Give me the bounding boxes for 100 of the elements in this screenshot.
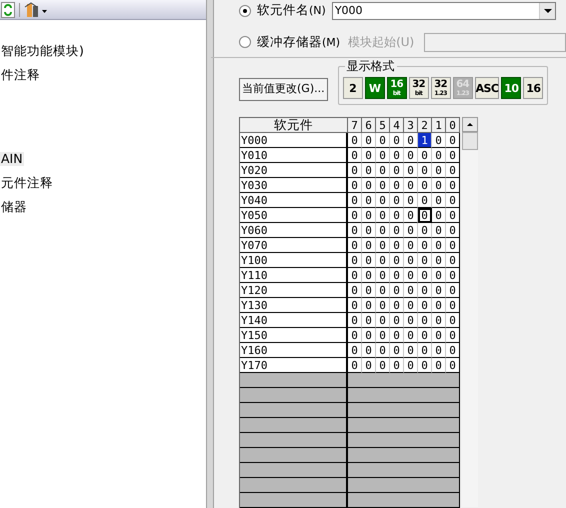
bit-cell[interactable]: 0: [390, 178, 404, 193]
device-name-combobox[interactable]: Y000: [332, 2, 556, 20]
bit-cell[interactable]: 0: [376, 133, 390, 148]
bit-cell[interactable]: 0: [390, 298, 404, 313]
bit-cell[interactable]: 0: [348, 298, 362, 313]
bit-cell[interactable]: 0: [446, 268, 460, 283]
tree-item[interactable]: 储器: [0, 200, 28, 214]
bit-cell[interactable]: 0: [446, 133, 460, 148]
bit-cell[interactable]: 0: [348, 343, 362, 358]
bit-cell[interactable]: 0: [432, 148, 446, 163]
bit-cell[interactable]: 0: [390, 283, 404, 298]
bit-cell[interactable]: 0: [446, 208, 460, 223]
bit-cell[interactable]: 0: [418, 343, 432, 358]
bit-cell[interactable]: 0: [376, 223, 390, 238]
bit-cell[interactable]: 0: [376, 193, 390, 208]
scrollbar-thumb[interactable]: [462, 132, 478, 150]
bit-cell[interactable]: 0: [362, 238, 376, 253]
bit-cell[interactable]: 0: [432, 253, 446, 268]
bit-cell[interactable]: 0: [348, 328, 362, 343]
bit-cell[interactable]: 0: [376, 328, 390, 343]
bit-cell[interactable]: 0: [446, 178, 460, 193]
bit-cell[interactable]: 0: [348, 238, 362, 253]
bit-cell[interactable]: 0: [404, 268, 418, 283]
bit-cell[interactable]: 0: [418, 328, 432, 343]
bit-cell[interactable]: 0: [404, 133, 418, 148]
bit-cell[interactable]: 0: [376, 163, 390, 178]
format-button[interactable]: 16: [523, 77, 544, 99]
bit-cell[interactable]: 0: [376, 343, 390, 358]
bit-cell[interactable]: 0: [432, 328, 446, 343]
scrollbar[interactable]: [462, 117, 478, 507]
bit-cell[interactable]: 0: [390, 193, 404, 208]
bit-cell[interactable]: 0: [418, 238, 432, 253]
bit-cell[interactable]: 0: [376, 238, 390, 253]
bit-cell[interactable]: 0: [404, 193, 418, 208]
bit-cell[interactable]: 0: [432, 223, 446, 238]
bit-cell[interactable]: 0: [404, 313, 418, 328]
bit-cell[interactable]: 0: [418, 148, 432, 163]
bit-cell[interactable]: 0: [432, 343, 446, 358]
bit-cell[interactable]: 0: [446, 283, 460, 298]
bit-cell[interactable]: 0: [432, 133, 446, 148]
bit-cell[interactable]: 0: [376, 313, 390, 328]
bit-cell[interactable]: 0: [432, 298, 446, 313]
bit-cell[interactable]: 0: [418, 208, 432, 223]
bit-cell[interactable]: 0: [404, 238, 418, 253]
bit-cell[interactable]: 0: [446, 328, 460, 343]
bit-cell[interactable]: 0: [362, 223, 376, 238]
bit-cell[interactable]: 0: [362, 148, 376, 163]
bit-cell[interactable]: 0: [376, 283, 390, 298]
radio-label[interactable]: 缓冲存储器(M): [257, 32, 340, 52]
bit-cell[interactable]: 0: [446, 148, 460, 163]
bit-cell[interactable]: 0: [446, 193, 460, 208]
format-button[interactable]: 2: [342, 77, 363, 99]
bit-cell[interactable]: 0: [362, 208, 376, 223]
bit-cell[interactable]: 0: [404, 178, 418, 193]
bit-cell[interactable]: 0: [432, 178, 446, 193]
bit-cell[interactable]: 0: [390, 268, 404, 283]
tree-item[interactable]: 智能功能模块): [0, 44, 85, 58]
bit-cell[interactable]: 0: [404, 343, 418, 358]
tree-item[interactable]: AIN: [0, 152, 24, 166]
bit-cell[interactable]: 0: [348, 193, 362, 208]
bit-cell[interactable]: 0: [404, 253, 418, 268]
bit-cell[interactable]: 0: [376, 358, 390, 373]
bit-cell[interactable]: 0: [446, 313, 460, 328]
bit-cell[interactable]: 0: [390, 223, 404, 238]
bit-cell[interactable]: 0: [432, 283, 446, 298]
splitter[interactable]: [207, 0, 214, 508]
bit-cell[interactable]: 0: [362, 298, 376, 313]
bit-cell[interactable]: 0: [362, 268, 376, 283]
bit-cell[interactable]: 0: [432, 313, 446, 328]
bit-cell[interactable]: 0: [348, 148, 362, 163]
bit-cell[interactable]: 0: [348, 163, 362, 178]
bit-cell[interactable]: 0: [432, 163, 446, 178]
bit-cell[interactable]: 0: [348, 358, 362, 373]
bit-cell[interactable]: 0: [404, 223, 418, 238]
bit-cell[interactable]: 0: [376, 298, 390, 313]
bit-cell[interactable]: 0: [390, 313, 404, 328]
bit-cell[interactable]: 0: [446, 358, 460, 373]
bit-cell[interactable]: 0: [432, 238, 446, 253]
bit-cell[interactable]: 0: [432, 193, 446, 208]
bit-cell[interactable]: 0: [432, 268, 446, 283]
bit-cell[interactable]: 0: [446, 343, 460, 358]
bit-cell[interactable]: 0: [404, 283, 418, 298]
bit-cell[interactable]: 0: [390, 238, 404, 253]
bit-cell[interactable]: 0: [390, 253, 404, 268]
bit-cell[interactable]: 0: [446, 223, 460, 238]
bit-cell[interactable]: 0: [432, 208, 446, 223]
bit-cell[interactable]: 0: [446, 253, 460, 268]
bit-cell[interactable]: 0: [404, 208, 418, 223]
bit-cell[interactable]: 0: [362, 313, 376, 328]
bit-cell[interactable]: 0: [362, 328, 376, 343]
bit-cell[interactable]: 0: [390, 208, 404, 223]
bit-cell[interactable]: 0: [348, 268, 362, 283]
bit-cell[interactable]: 0: [362, 343, 376, 358]
bit-cell[interactable]: 0: [376, 178, 390, 193]
format-button[interactable]: 10: [501, 77, 522, 99]
radio-label[interactable]: 软元件名(N): [257, 1, 326, 20]
format-button[interactable]: ASC: [474, 77, 500, 99]
bit-cell[interactable]: 0: [362, 178, 376, 193]
bit-cell[interactable]: 0: [348, 223, 362, 238]
bit-cell[interactable]: 0: [362, 253, 376, 268]
